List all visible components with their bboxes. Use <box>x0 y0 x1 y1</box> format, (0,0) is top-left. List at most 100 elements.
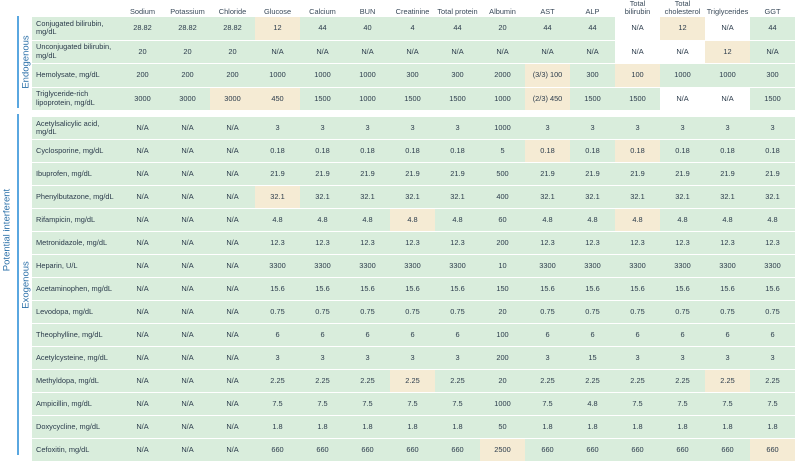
column-header: Calcium <box>300 0 345 17</box>
table-cell: N/A <box>165 393 210 416</box>
table-cell: 1000 <box>480 117 525 140</box>
column-header: GGT <box>750 0 795 17</box>
table-cell: N/A <box>210 370 255 393</box>
table-cell: 7.5 <box>390 393 435 416</box>
table-cell: 2.25 <box>705 370 750 393</box>
table-row: Methyldopa, mg/dL N/A N/A N/A 2.25 2.25 2.25 2.… <box>32 370 795 393</box>
table-cell: 15.6 <box>750 278 795 301</box>
table-cell: 7.5 <box>525 393 570 416</box>
table-cell: 12.3 <box>660 232 705 255</box>
table-cell: 3000 <box>165 87 210 111</box>
column-header: Sodium <box>120 0 165 17</box>
table-cell: 200 <box>480 347 525 370</box>
table-cell: N/A <box>165 416 210 439</box>
row-label: Theophylline, mg/dL <box>32 324 120 347</box>
table-cell: 1.8 <box>345 416 390 439</box>
table-cell: N/A <box>120 439 165 462</box>
table-cell: 300 <box>750 64 795 88</box>
table-cell: 28.82 <box>165 17 210 41</box>
table-cell: N/A <box>210 163 255 186</box>
table-cell: 1.8 <box>615 416 660 439</box>
table-cell: 6 <box>750 324 795 347</box>
row-label: Methyldopa, mg/dL <box>32 370 120 393</box>
table-cell: 3 <box>390 347 435 370</box>
table-cell: N/A <box>120 232 165 255</box>
table-cell: (3/3) 100 <box>525 64 570 88</box>
table-cell: 0.18 <box>570 140 615 163</box>
table-cell: N/A <box>210 140 255 163</box>
table-cell: 0.18 <box>345 140 390 163</box>
table-cell: 3 <box>705 117 750 140</box>
table-cell: (2/3) 450 <box>525 87 570 111</box>
table-row: Acetaminophen, mg/dL N/A N/A N/A 15.6 15.6 15.… <box>32 278 795 301</box>
table-cell: 4.8 <box>660 209 705 232</box>
table-cell: 1500 <box>435 87 480 111</box>
table-row: Unconjugated bilirubin, mg/dL 20 20 20 N/A N/… <box>32 40 795 64</box>
table-cell: 44 <box>570 17 615 41</box>
table-row: Cyclosporine, mg/dL N/A N/A N/A 0.18 0.18 0.18… <box>32 140 795 163</box>
table-cell: 1000 <box>705 64 750 88</box>
row-label: Hemolysate, mg/dL <box>32 64 120 88</box>
table-cell: 3300 <box>660 255 705 278</box>
table-cell: N/A <box>165 232 210 255</box>
table-cell: N/A <box>120 324 165 347</box>
table-row: Theophylline, mg/dL N/A N/A N/A 6 6 6 6 6 100 6 6 6 6… <box>32 324 795 347</box>
table-cell: 12 <box>660 17 705 41</box>
table-cell: 21.9 <box>345 163 390 186</box>
table-cell: 400 <box>480 186 525 209</box>
table-cell: N/A <box>525 40 570 64</box>
table-cell: 660 <box>750 439 795 462</box>
table-cell: 5 <box>480 140 525 163</box>
table-cell: 20 <box>165 40 210 64</box>
table-cell: N/A <box>210 255 255 278</box>
table-cell: 6 <box>705 324 750 347</box>
table-row: Rifampicin, mg/dL N/A N/A N/A 4.8 4.8 4.8 4.8 4.… <box>32 209 795 232</box>
table-cell: 3300 <box>345 255 390 278</box>
table-cell: 6 <box>615 324 660 347</box>
table-cell: 32.1 <box>345 186 390 209</box>
header-corner <box>32 0 120 17</box>
table-cell: 32.1 <box>525 186 570 209</box>
table-cell: 1500 <box>570 87 615 111</box>
table-cell: 1500 <box>390 87 435 111</box>
table-cell: 3 <box>435 117 480 140</box>
group-label-endogenous-text: Endogenous <box>20 35 32 89</box>
table-cell: 1.8 <box>525 416 570 439</box>
table-cell: 1.8 <box>300 416 345 439</box>
group-label-exogenous-text: Exogenous <box>20 260 32 309</box>
table-cell: 2500 <box>480 439 525 462</box>
table-cell: N/A <box>165 255 210 278</box>
side-label-potential-interferent: Potential interferent <box>0 6 14 454</box>
table-cell: 1.8 <box>660 416 705 439</box>
table-cell: 0.18 <box>435 140 480 163</box>
table-cell: 1000 <box>480 393 525 416</box>
table-cell: 0.18 <box>390 140 435 163</box>
table-cell: 100 <box>615 64 660 88</box>
table-cell: 7.5 <box>615 393 660 416</box>
table-cell: N/A <box>165 140 210 163</box>
table-cell: 15.6 <box>255 278 300 301</box>
table-cell: 28.82 <box>120 17 165 41</box>
row-label: Metronidazole, mg/dL <box>32 232 120 255</box>
table-cell: 3300 <box>750 255 795 278</box>
row-label: Cefoxitin, mg/dL <box>32 439 120 462</box>
table-cell: N/A <box>705 87 750 111</box>
table-cell: 32.1 <box>705 186 750 209</box>
table-cell: N/A <box>210 209 255 232</box>
table-cell: 2.25 <box>615 370 660 393</box>
table-cell: 21.9 <box>435 163 480 186</box>
table-cell: N/A <box>210 232 255 255</box>
table-cell: 6 <box>435 324 480 347</box>
table-row: Acetylsalicylic acid, mg/dL N/A N/A N/A 3 3 3 3… <box>32 117 795 140</box>
table-cell: 21.9 <box>570 163 615 186</box>
table-cell: 15 <box>570 347 615 370</box>
table-cell: 6 <box>390 324 435 347</box>
table-cell: N/A <box>120 347 165 370</box>
table-cell: 1500 <box>615 87 660 111</box>
table-cell: 2000 <box>480 64 525 88</box>
table-cell: N/A <box>120 393 165 416</box>
table-cell: 3 <box>345 347 390 370</box>
table-cell: 0.18 <box>660 140 705 163</box>
table-cell: N/A <box>120 301 165 324</box>
table-cell: N/A <box>210 324 255 347</box>
